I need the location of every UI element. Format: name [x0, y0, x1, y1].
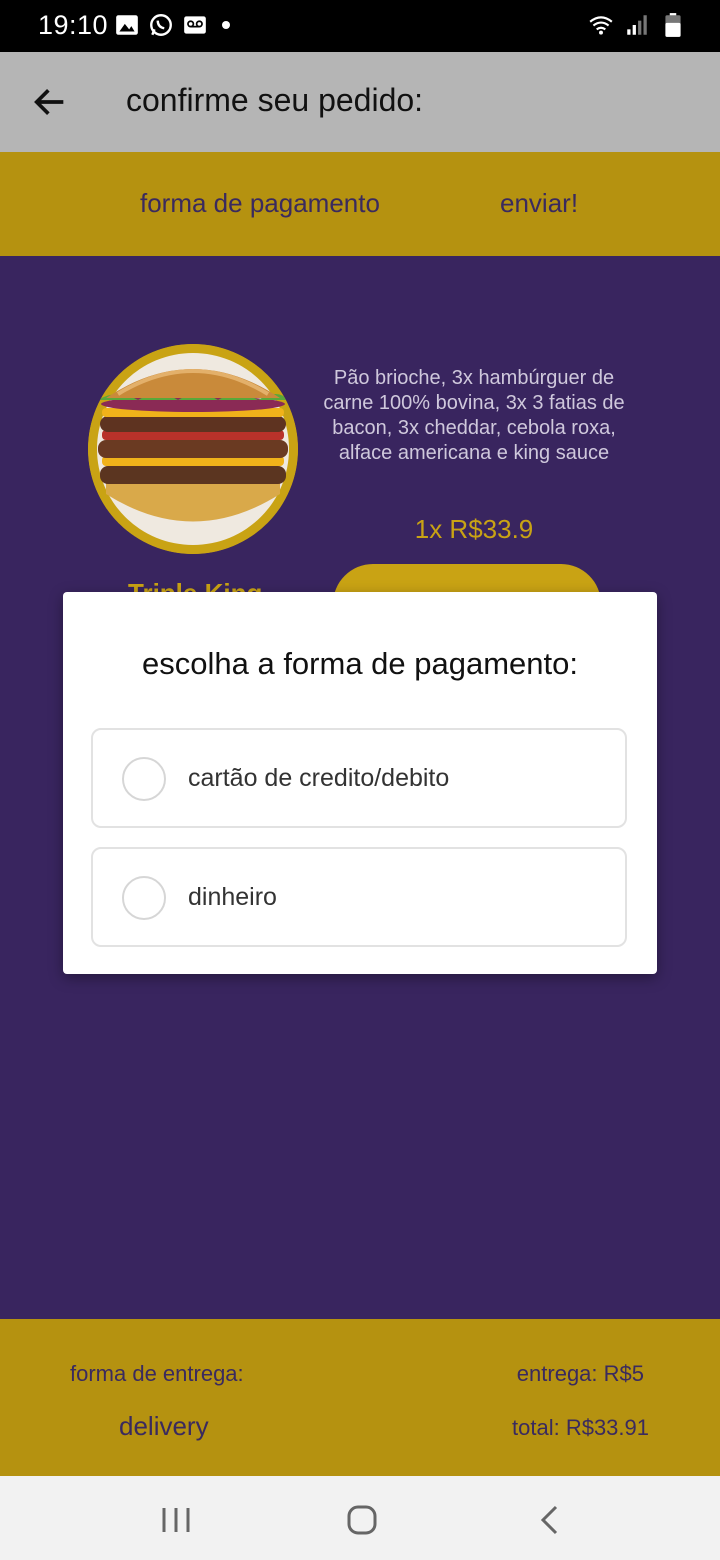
signal-icon: [627, 15, 647, 35]
page-title: confirme seu pedido:: [126, 82, 424, 118]
status-time: 19:10: [38, 10, 109, 40]
payment-option-cash[interactable]: dinheiro: [91, 847, 627, 947]
product-description: Pão brioche, 3x hambúrguer de carne 100%…: [323, 367, 625, 464]
screen: 19:10 confirme seu pedido: forma de paga…: [0, 0, 720, 1560]
image-icon: [116, 15, 138, 35]
app-bar: confirme seu pedido:: [0, 52, 720, 152]
delivery-method-value[interactable]: delivery: [119, 1411, 209, 1442]
tab-forma-de-pagamento[interactable]: forma de pagamento: [140, 188, 380, 219]
voicemail-icon: [184, 16, 206, 34]
product-price: 1x R$33.9: [414, 514, 534, 544]
system-nav-bar: [0, 1476, 720, 1560]
dialog-title: escolha a forma de pagamento:: [142, 646, 578, 681]
status-icons-right: [588, 12, 686, 38]
tab-enviar[interactable]: enviar!: [500, 188, 578, 219]
payment-option-cash-label: dinheiro: [188, 883, 277, 911]
recents-icon[interactable]: [156, 1502, 196, 1538]
dot-icon: [222, 21, 230, 29]
burger-illustration: [88, 344, 298, 554]
home-icon[interactable]: [342, 1502, 382, 1538]
payment-option-card[interactable]: cartão de credito/debito: [91, 728, 627, 828]
payment-method-dialog: escolha a forma de pagamento: cartão de …: [63, 592, 657, 974]
radio-button-card[interactable]: [122, 757, 166, 801]
wifi-icon: [589, 16, 613, 35]
delivery-method-label: forma de entrega:: [70, 1361, 244, 1386]
order-summary-bar: forma de entrega: delivery entrega: R$5 …: [0, 1319, 720, 1476]
payment-option-card-label: cartão de credito/debito: [188, 764, 450, 792]
status-icons-left: [114, 12, 230, 38]
battery-icon: [665, 13, 681, 37]
radio-button-cash[interactable]: [122, 876, 166, 920]
status-bar: 19:10: [0, 0, 720, 52]
arrow-left-icon[interactable]: [30, 82, 70, 122]
product-image: [88, 344, 298, 554]
back-nav-icon[interactable]: [530, 1502, 570, 1538]
order-total: total: R$33.91: [512, 1415, 649, 1440]
tab-bar: forma de pagamento enviar!: [0, 152, 720, 256]
whatsapp-icon: [150, 14, 172, 36]
delivery-fee: entrega: R$5: [516, 1361, 644, 1386]
